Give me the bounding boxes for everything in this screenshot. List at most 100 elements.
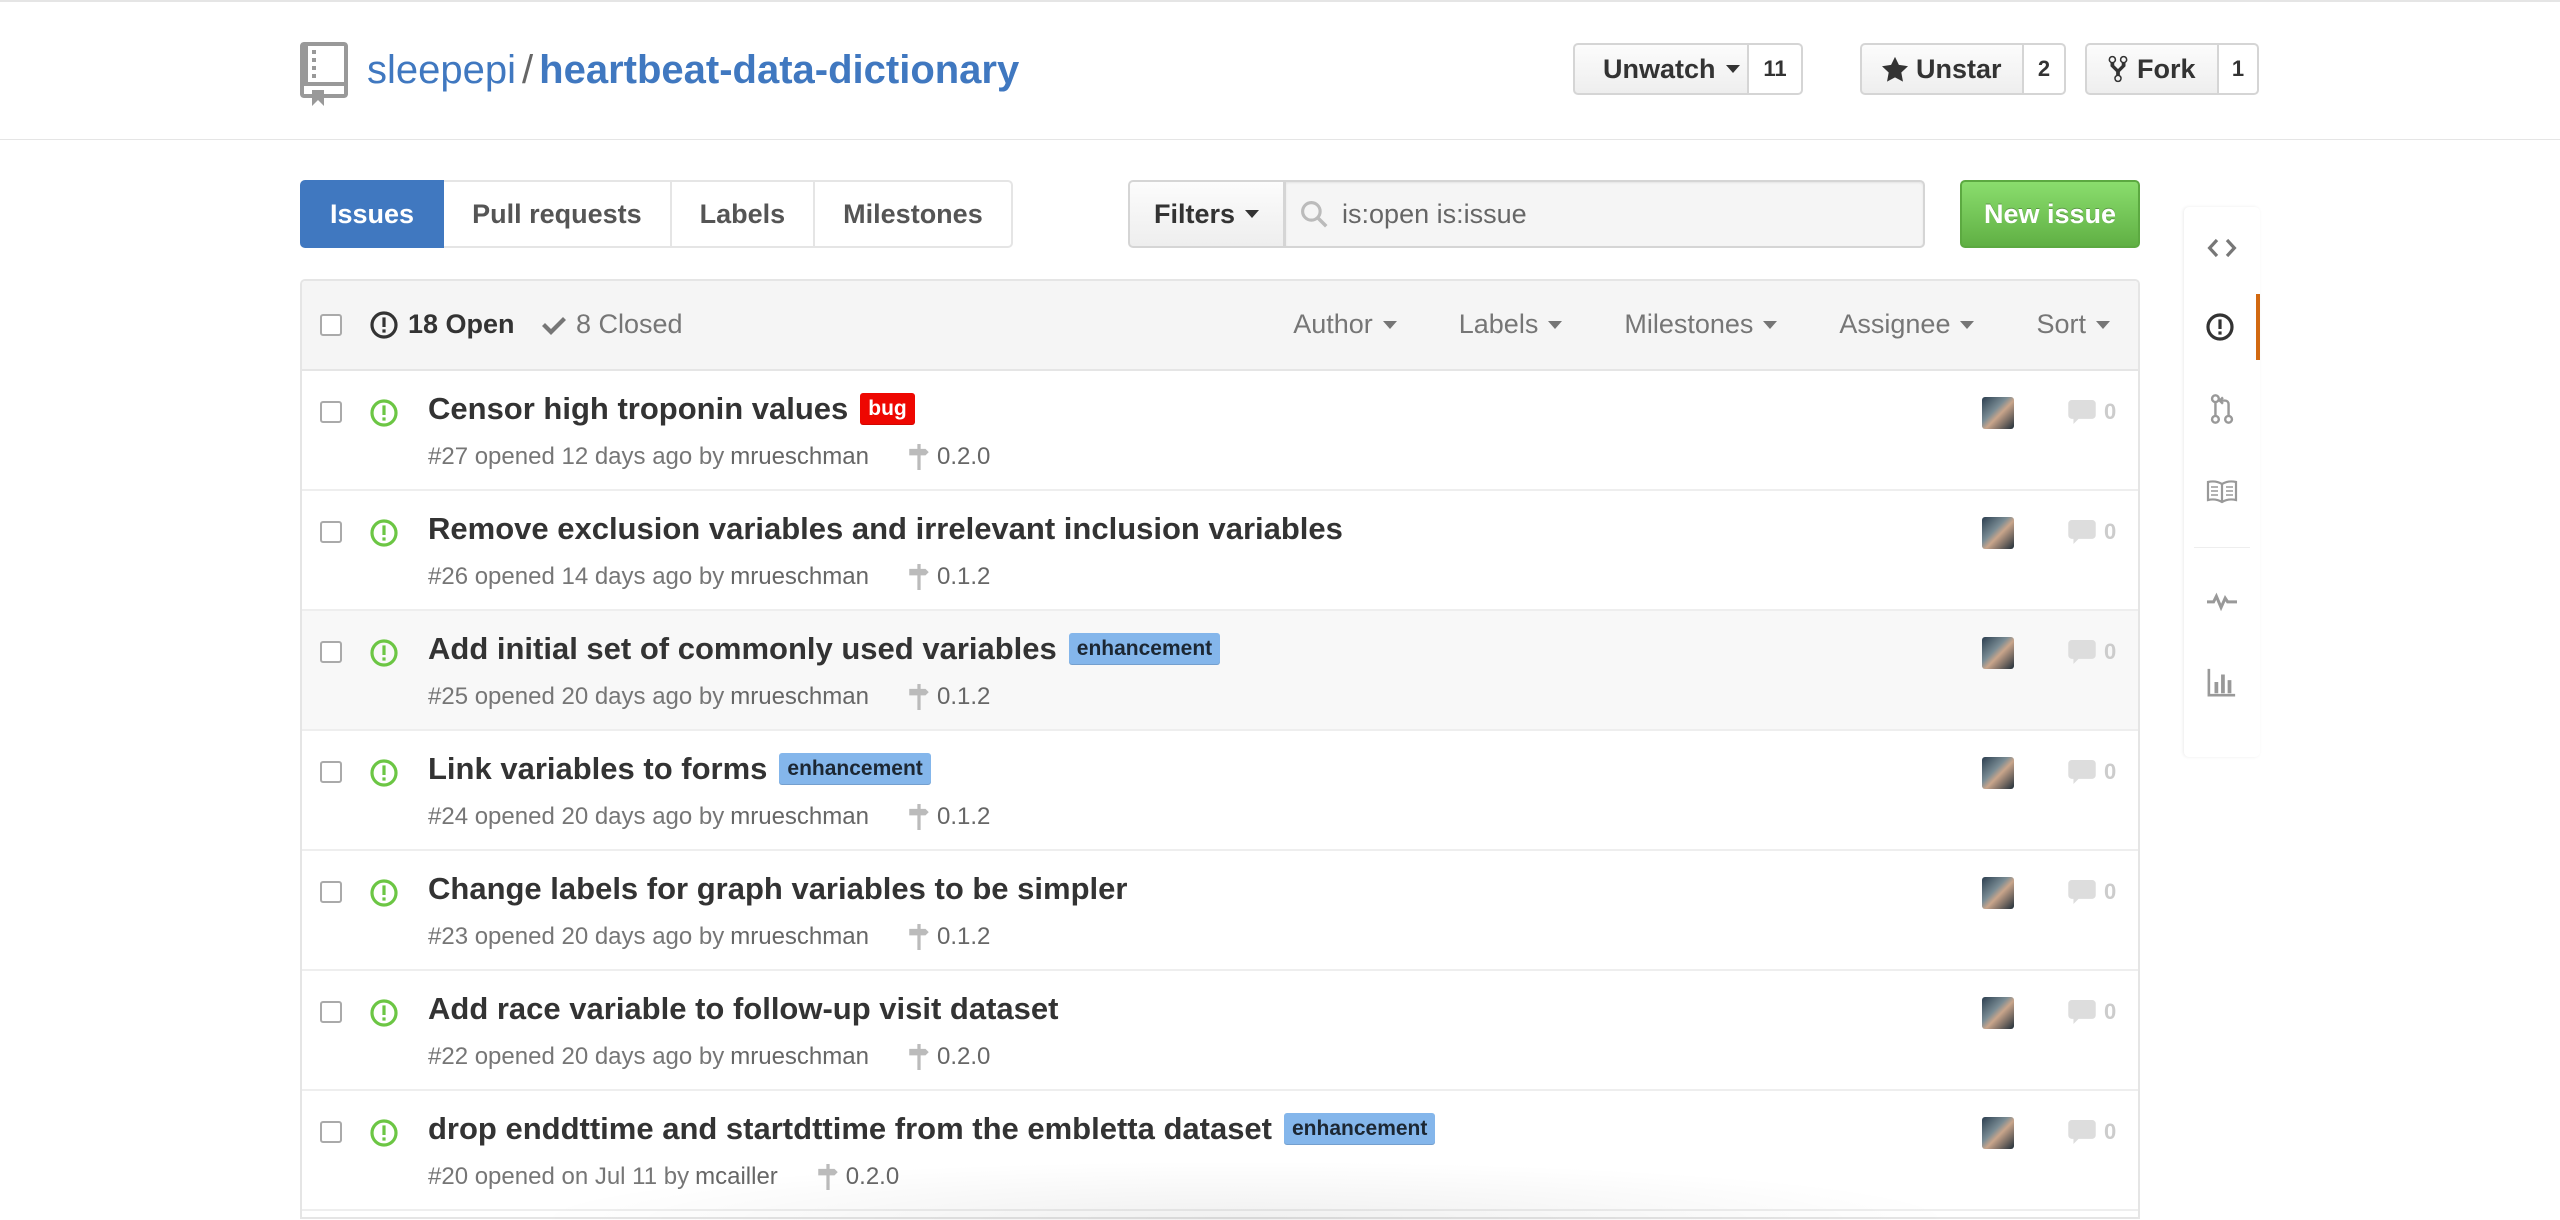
issue-comments[interactable]: 0 [2068,399,2116,425]
comment-icon [2068,1120,2096,1144]
assignee-filter[interactable]: Assignee [1839,309,1975,340]
issue-title-link[interactable]: Remove exclusion variables and irrelevan… [428,511,1343,547]
milestone-icon [909,684,929,710]
search-box [1285,180,1926,248]
issue-comments[interactable]: 0 [2068,1119,2116,1145]
issue-milestone-link[interactable]: 0.1.2 [907,923,990,951]
issue-checkbox[interactable] [320,881,342,903]
assignee-avatar[interactable] [1982,877,2014,909]
repo-owner-link[interactable]: sleepepi [367,48,516,92]
issue-opened-icon [370,519,398,552]
sidenav-pull-requests[interactable] [2184,376,2260,442]
issue-title-line: Link variables to forms enhancement [428,751,931,787]
repo-name-link[interactable]: heartbeat-data-dictionary [539,48,1019,92]
milestones-filter[interactable]: Milestones [1624,309,1778,340]
sidenav-pulse[interactable] [2184,567,2260,633]
issue-comments[interactable]: 0 [2068,519,2116,545]
chevron-down-icon [1245,210,1260,218]
new-issue-button[interactable]: New issue [1960,180,2140,248]
issue-checkbox[interactable] [320,521,342,543]
issues-table-header: 18 Open 8 Closed Author Labels Milestone… [302,281,2138,371]
issue-author-link[interactable]: mrueschman [730,803,869,831]
unstar-button[interactable]: Unstar [1860,43,2024,95]
assignee-filter-label: Assignee [1839,309,1951,339]
issue-title-link[interactable]: Link variables to forms [428,751,767,787]
select-all-checkbox[interactable] [320,314,342,336]
sidenav-code[interactable] [2184,215,2260,281]
assignee-avatar[interactable] [1982,1117,2014,1149]
unwatch-button[interactable]: Unwatch [1573,43,1749,95]
issue-row[interactable]: Remove exclusion variables and irrelevan… [302,491,2138,611]
issue-title-link[interactable]: Add initial set of commonly used variabl… [428,631,1057,667]
issue-milestone-link[interactable]: 0.1.2 [907,563,990,591]
assignee-avatar[interactable] [1982,397,2014,429]
fork-label: Fork [2137,53,2196,84]
issue-title-link[interactable]: Change labels for graph variables to be … [428,871,1127,907]
issue-row[interactable]: Add race variable to follow-up visit dat… [302,971,2138,1091]
issues-search-input[interactable] [1342,198,1903,230]
milestone-icon [909,564,929,590]
issue-author-link[interactable]: mrueschman [730,683,869,711]
issue-checkbox[interactable] [320,761,342,783]
chevron-down-icon [1382,320,1397,329]
issue-comments[interactable]: 0 [2068,999,2116,1025]
tab-pull-requests[interactable]: Pull requests [444,180,672,248]
labels-filter[interactable]: Labels [1459,309,1563,340]
issue-milestone-link[interactable]: 0.1.2 [907,803,990,831]
issue-comments[interactable]: 0 [2068,879,2116,905]
issue-milestone-link[interactable]: 0.1.2 [907,683,990,711]
issue-title-link[interactable]: Add race variable to follow-up visit dat… [428,991,1058,1027]
issue-checkbox[interactable] [320,1001,342,1023]
issue-comments[interactable]: 0 [2068,759,2116,785]
sort-filter[interactable]: Sort [2036,309,2110,340]
issue-author-link[interactable]: mrueschman [730,563,869,591]
issue-checkbox[interactable] [320,1121,342,1143]
issue-author-link[interactable]: mrueschman [730,443,869,471]
issue-title-link[interactable]: drop enddttime and startdttime from the … [428,1111,1272,1147]
sidenav-issues[interactable] [2184,294,2260,360]
issue-row[interactable]: Add initial set of commonly used variabl… [302,611,2138,731]
issue-checkbox[interactable] [320,401,342,423]
forks-count[interactable]: 1 [2219,43,2259,95]
issue-checkbox[interactable] [320,641,342,663]
issue-label-enhancement[interactable]: enhancement [1068,633,1221,665]
stargazers-count[interactable]: 2 [2024,43,2066,95]
issue-meta: #22 opened 20 days ago by mrueschman 0.2.0 [428,1043,990,1071]
issues-table: 18 Open 8 Closed Author Labels Milestone… [300,279,2140,1219]
issue-author-link[interactable]: mrueschman [730,923,869,951]
tab-labels[interactable]: Labels [671,180,816,248]
assignee-avatar[interactable] [1982,517,2014,549]
open-issues-filter[interactable]: 18 Open [370,309,515,340]
filter-menus: Author Labels Milestones Assignee Sort [1231,309,2110,340]
tab-issues[interactable]: Issues [300,180,445,248]
assignee-avatar[interactable] [1982,637,2014,669]
issue-comments[interactable]: 0 [2068,639,2116,665]
issue-row[interactable]: Link variables to forms enhancement #24 op… [302,731,2138,851]
issue-row[interactable]: Change labels for graph variables to be … [302,851,2138,971]
assignee-avatar[interactable] [1982,757,2014,789]
issue-title-line: Add race variable to follow-up visit dat… [428,991,1058,1027]
issue-milestone-link[interactable]: 0.2.0 [907,1043,990,1071]
issue-author-link[interactable]: mrueschman [730,1043,869,1071]
tab-milestones[interactable]: Milestones [815,180,1013,248]
open-count: 18 Open [408,309,515,339]
issue-milestone-link[interactable]: 0.2.0 [907,443,990,471]
author-filter[interactable]: Author [1293,309,1397,340]
search-icon [1301,201,1328,228]
sidenav-wiki[interactable] [2184,458,2260,524]
issue-label-enhancement[interactable]: enhancement [779,753,931,785]
issues-subnav: Issues Pull requests Labels Milestones [300,180,1013,248]
chevron-down-icon [1725,65,1740,73]
issue-label-enhancement[interactable]: enhancement [1284,1113,1436,1145]
issue-title-link[interactable]: Censor high troponin values [428,391,848,427]
issue-row[interactable]: Censor high troponin values bug #27 opened… [302,371,2138,491]
issue-milestone-label: 0.2.0 [936,1043,991,1070]
watchers-count[interactable]: 11 [1749,43,1803,95]
issue-label-bug[interactable]: bug [860,393,915,425]
bottom-fade [520,1160,1970,1220]
closed-issues-filter[interactable]: 8 Closed [542,309,683,340]
sidenav-graphs[interactable] [2184,649,2260,715]
assignee-avatar[interactable] [1982,997,2014,1029]
filters-button[interactable]: Filters [1128,180,1286,248]
fork-button[interactable]: Fork [2085,43,2219,95]
